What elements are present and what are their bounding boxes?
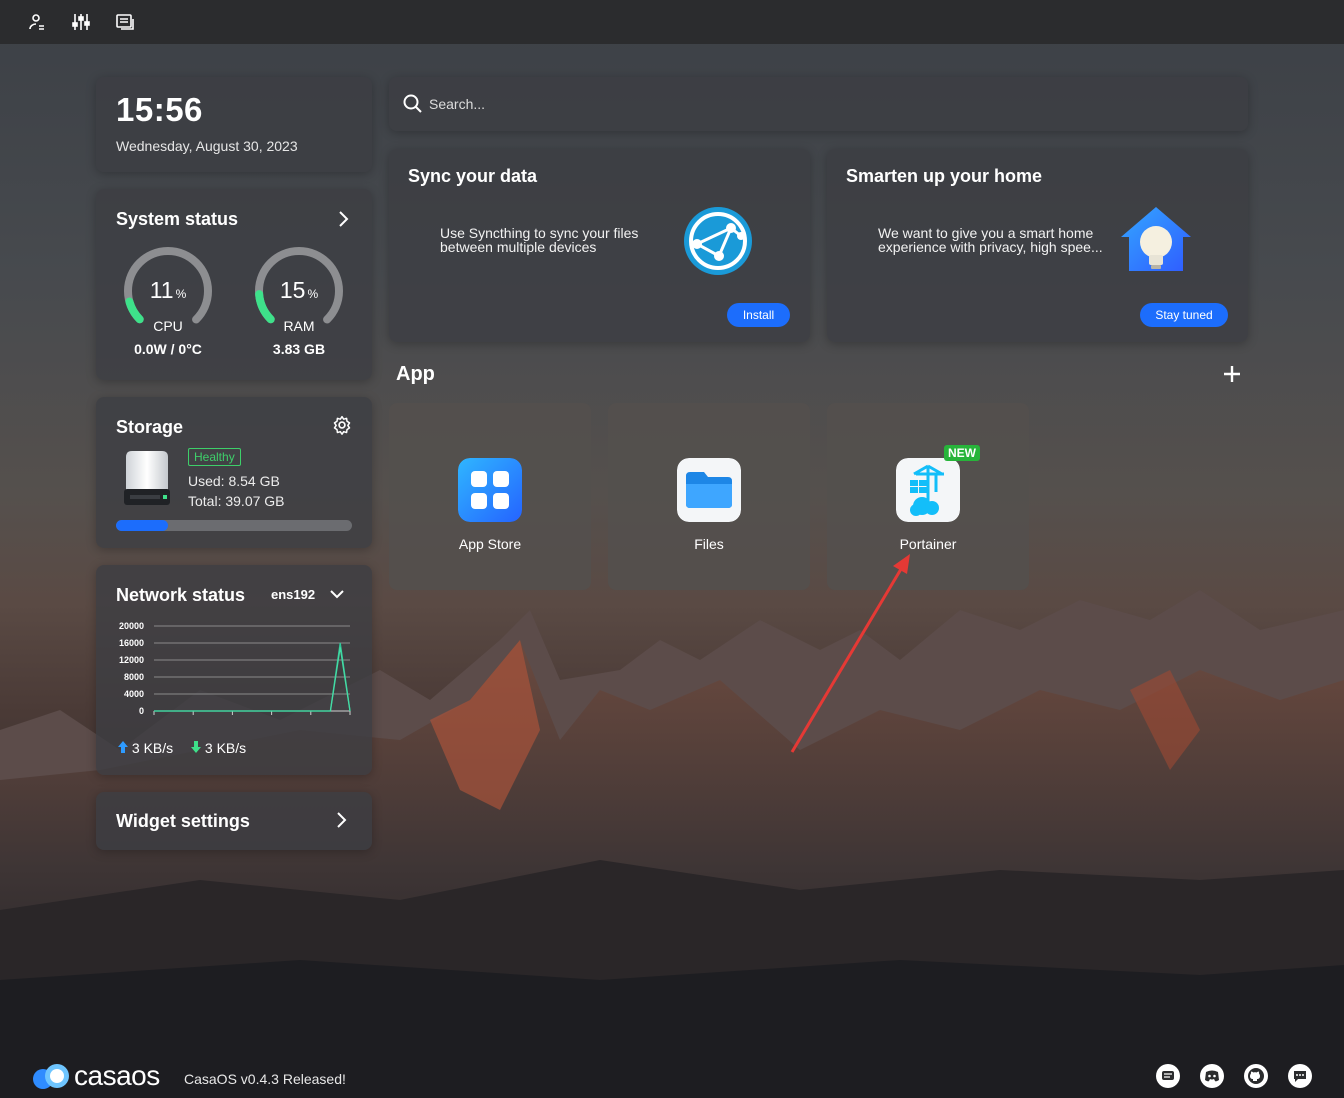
y-tick-label: 12000: [119, 655, 144, 665]
search-bar: [389, 77, 1248, 131]
ram-size: 3.83 GB: [272, 341, 326, 357]
promo-title: Sync your data: [408, 166, 538, 186]
y-tick-label: 8000: [124, 672, 144, 682]
disk-drive-icon: [124, 451, 170, 505]
storage-title: Storage: [116, 417, 184, 437]
app-section-title: App: [396, 363, 435, 385]
smart-home-bulb-icon: [1121, 207, 1191, 271]
network-status-widget: Network status ens192 20000 16000 12000 800…: [96, 565, 372, 775]
syncthing-icon: [684, 207, 752, 275]
gear-icon[interactable]: [332, 415, 352, 435]
ram-percent: 15%: [279, 277, 319, 303]
download-speed: 3 KB/s: [191, 740, 246, 756]
clock-date: Wednesday, August 30, 2023: [116, 138, 298, 154]
download-arrow-icon: [191, 741, 201, 753]
clock-time: 15:56: [116, 91, 203, 128]
folder-icon: [677, 458, 741, 522]
cpu-gauge: 11% CPU: [120, 243, 216, 339]
storage-usage-bar: [116, 520, 352, 531]
message-icon[interactable]: [1156, 1064, 1180, 1088]
ram-gauge: 15% RAM: [251, 243, 347, 339]
storage-usage-fill: [116, 520, 168, 531]
promo-card-smart-home: Smarten up your home We want to give you…: [827, 149, 1248, 342]
y-tick-label: 4000: [124, 689, 144, 699]
discord-icon[interactable]: [1200, 1064, 1224, 1088]
network-series-line: [154, 647, 351, 712]
casaos-wordmark: casaos: [74, 1060, 160, 1091]
storage-widget: Storage Healthy Used: 8.54 GB Total: 39.…: [96, 397, 372, 548]
promo-card-syncthing: Sync your data Use Syncthing to sync you…: [389, 149, 810, 342]
y-tick-label: 0: [139, 706, 144, 716]
add-app-icon[interactable]: [1220, 362, 1244, 386]
upload-speed: 3 KB/s: [118, 740, 173, 756]
stay-tuned-button[interactable]: Stay tuned: [1140, 303, 1228, 327]
upload-arrow-icon: [118, 741, 128, 753]
storage-used: Used: 8.54 GB: [188, 473, 280, 489]
promo-description: We want to give you a smart home experie…: [878, 225, 1103, 255]
cpu-power-temp: 0.0W / 0°C: [134, 341, 202, 357]
storage-total: Total: 39.07 GB: [188, 493, 285, 509]
casaos-logo-icon: [33, 1064, 69, 1089]
dashboard-icon[interactable]: [114, 11, 136, 33]
chevron-down-icon[interactable]: [328, 585, 346, 603]
search-input[interactable]: [429, 91, 1229, 117]
network-status-title: Network status: [116, 585, 246, 605]
clock-widget: 15:56 Wednesday, August 30, 2023: [96, 77, 372, 172]
top-bar: [0, 0, 1344, 44]
promo-title: Smarten up your home: [846, 166, 1043, 186]
release-notes-link[interactable]: CasaOS v0.4.3 Released!: [184, 1071, 346, 1087]
chevron-right-icon[interactable]: [334, 209, 354, 229]
system-status-widget: System status 11% CPU 0.0W / 0°C 15% RAM…: [96, 189, 372, 380]
system-status-title: System status: [116, 209, 239, 229]
widget-settings-button[interactable]: Widget settings: [96, 792, 372, 850]
portainer-icon: [896, 458, 960, 522]
annotation-arrow: [790, 554, 910, 753]
chevron-right-icon[interactable]: [332, 810, 352, 830]
ram-label: RAM: [283, 318, 315, 334]
network-chart: 20000 16000 12000 8000 4000 0: [119, 621, 351, 716]
chat-icon[interactable]: [1288, 1064, 1312, 1088]
promo-description: Use Syncthing to sync your files between…: [440, 225, 639, 255]
account-settings-icon[interactable]: [26, 11, 48, 33]
y-tick-label: 20000: [119, 621, 144, 631]
casaos-logo: casaos: [32, 1060, 160, 1092]
cpu-label: CPU: [153, 318, 183, 334]
sliders-icon[interactable]: [70, 11, 92, 33]
health-badge: Healthy: [188, 448, 241, 466]
app-tile-app-store[interactable]: App Store: [389, 403, 591, 590]
github-icon[interactable]: [1244, 1064, 1268, 1088]
widget-settings-label: Widget settings: [116, 811, 250, 831]
app-store-icon: [458, 458, 522, 522]
y-tick-label: 16000: [119, 638, 144, 648]
cpu-percent: 11%: [149, 277, 187, 303]
network-interface-select[interactable]: ens192: [271, 587, 315, 602]
new-badge: NEW: [944, 445, 980, 461]
app-name: App Store: [458, 536, 522, 552]
install-button[interactable]: Install: [727, 303, 790, 327]
search-icon: [403, 94, 422, 113]
footer-icons: [1156, 1064, 1312, 1088]
